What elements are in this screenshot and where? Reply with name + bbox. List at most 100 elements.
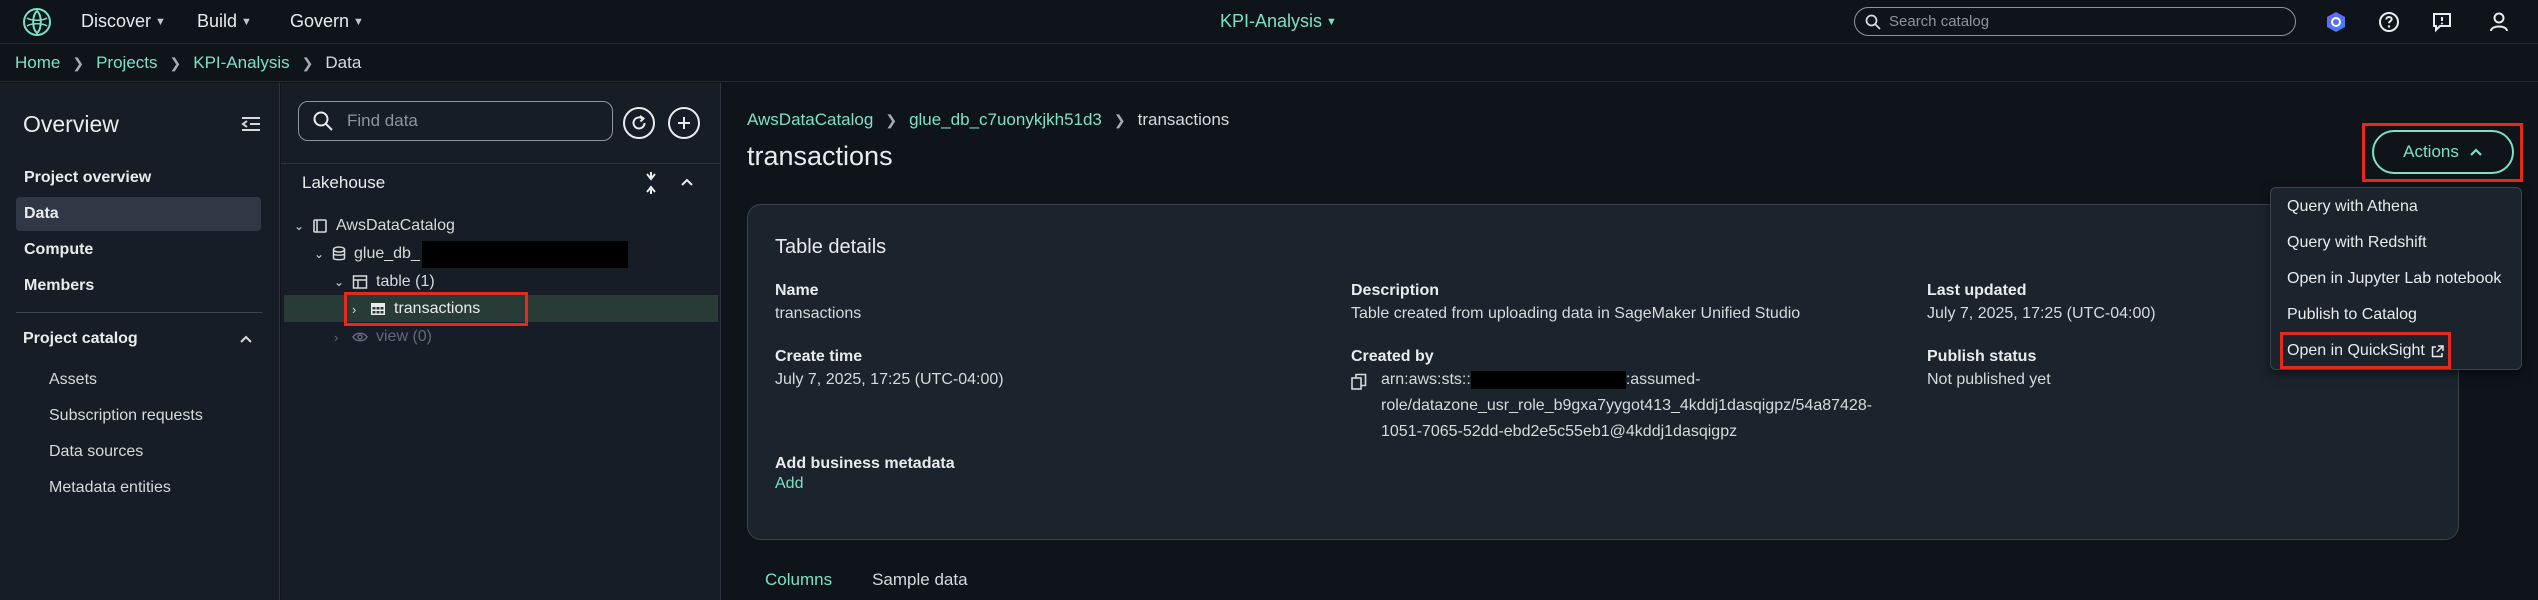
created-by-prefix: arn:aws:sts::: [1381, 371, 1471, 388]
tab-sample-data[interactable]: Sample data: [872, 570, 967, 590]
plus-icon: [678, 117, 690, 129]
sidebar-divider: [16, 312, 262, 313]
detail-tabs: Columns Sample data: [765, 570, 968, 590]
help-icon[interactable]: [2376, 9, 2402, 35]
search-catalog-box[interactable]: [1854, 7, 2296, 36]
sidebar-item-data-sources[interactable]: Data sources: [49, 443, 143, 461]
sidenav-title: Overview: [23, 111, 119, 137]
create-time-label: Create time: [775, 348, 863, 365]
menu-item-publish-catalog[interactable]: Publish to Catalog: [2287, 306, 2417, 324]
project-name: KPI-Analysis: [1220, 11, 1323, 31]
external-link-icon: [2431, 344, 2444, 357]
find-data-box[interactable]: [298, 101, 613, 141]
caret-down-icon: ⌄: [314, 247, 325, 261]
table-icon: [371, 303, 385, 315]
breadcrumb: Home ❯ Projects ❯ KPI-Analysis ❯ Data: [0, 45, 2538, 82]
asset-breadcrumb-catalog[interactable]: AwsDataCatalog: [747, 110, 873, 130]
collapse-all-icon[interactable]: [644, 172, 658, 194]
caret-right-icon: ›: [334, 329, 339, 345]
menu-item-query-athena[interactable]: Query with Athena: [2287, 198, 2418, 216]
amazon-q-icon[interactable]: [2323, 9, 2349, 35]
search-catalog-input[interactable]: [1889, 13, 2269, 30]
page-title: transactions: [747, 141, 893, 171]
chevron-up-icon[interactable]: [680, 177, 694, 187]
last-updated-value: July 7, 2025, 17:25 (UTC-04:00): [1927, 305, 2156, 322]
table-details-title: Table details: [775, 236, 887, 258]
breadcrumb-project[interactable]: KPI-Analysis: [193, 53, 289, 73]
tab-columns[interactable]: Columns: [765, 570, 832, 590]
chevron-down-icon: ▼: [241, 15, 252, 28]
chevron-up-icon: [240, 335, 252, 343]
feedback-icon[interactable]: [2429, 9, 2455, 35]
refresh-icon: [632, 115, 646, 130]
redacted-account-id: [1470, 370, 1626, 389]
govern-menu-label: Govern: [290, 11, 350, 31]
menu-item-open-jupyter[interactable]: Open in Jupyter Lab notebook: [2287, 270, 2501, 288]
catalog-icon: [313, 219, 327, 233]
sidebar-item-data[interactable]: Data: [16, 197, 261, 231]
sagemaker-logo-icon[interactable]: [22, 7, 52, 37]
project-catalog-label: Project catalog: [23, 330, 138, 347]
lakehouse-section-label: Lakehouse: [302, 173, 386, 192]
project-switcher[interactable]: KPI-Analysis ▼: [1220, 11, 1337, 32]
breadcrumb-projects[interactable]: Projects: [96, 53, 157, 73]
main-content: AwsDataCatalog ❯ glue_db_c7uonykjkh51d3 …: [722, 83, 2538, 600]
chevron-down-icon: ▼: [1326, 15, 1337, 28]
search-icon: [1865, 14, 1881, 30]
description-label: Description: [1351, 282, 1440, 299]
find-data-input[interactable]: [347, 111, 607, 131]
menu-item-query-redshift[interactable]: Query with Redshift: [2287, 234, 2427, 252]
tree-node-catalog-label: AwsDataCatalog: [336, 217, 455, 234]
tree-node-table-group[interactable]: ⌄ table (1): [334, 268, 435, 296]
discover-menu[interactable]: Discover ▼: [81, 11, 166, 32]
sidebar-item-compute[interactable]: Compute: [16, 233, 261, 267]
project-catalog-section[interactable]: Project catalog: [23, 330, 253, 348]
build-menu[interactable]: Build ▼: [197, 11, 252, 32]
tree-node-transactions-label: transactions: [394, 300, 481, 317]
tree-node-database[interactable]: ⌄ glue_db_: [314, 240, 628, 268]
sidebar-item-subscription-requests[interactable]: Subscription requests: [49, 407, 203, 425]
redacted-database-name: [421, 240, 628, 268]
menu-item-open-quicksight-label: Open in QuickSight: [2287, 342, 2425, 359]
created-by-line-1: arn:aws:sts:::assumed-: [1381, 367, 1872, 393]
collapse-panel-icon[interactable]: [240, 114, 262, 134]
govern-menu[interactable]: Govern ▼: [290, 11, 364, 32]
actions-dropdown-menu: Query with Athena Query with Redshift Op…: [2270, 187, 2522, 370]
chevron-right-icon: ❯: [1113, 111, 1126, 128]
created-by-line-2: role/datazone_usr_role_b9gxa7yygot413_4k…: [1381, 397, 1873, 414]
sidebar-item-assets[interactable]: Assets: [49, 371, 97, 389]
chevron-down-icon: ▼: [353, 15, 364, 28]
actions-button[interactable]: Actions: [2372, 130, 2514, 174]
created-by-line-3: 1051-7065-52dd-ebd2e5c55eb1@4kddj1dasqig…: [1381, 423, 1738, 440]
user-profile-icon[interactable]: [2486, 9, 2512, 35]
breadcrumb-home[interactable]: Home: [15, 53, 60, 73]
asset-breadcrumb-current: transactions: [1137, 110, 1230, 129]
tree-node-transactions[interactable]: › transactions: [352, 295, 480, 323]
tree-node-view-group-label: view (0): [376, 328, 433, 345]
caret-down-icon: ⌄: [334, 275, 345, 289]
sidebar-item-metadata-entities[interactable]: Metadata entities: [49, 479, 171, 497]
tree-node-view-group[interactable]: › view (0): [334, 323, 432, 351]
menu-item-open-quicksight[interactable]: Open in QuickSight: [2287, 342, 2444, 360]
sidebar-item-project-overview[interactable]: Project overview: [16, 161, 261, 195]
created-by-value: arn:aws:sts:::assumed- role/datazone_usr…: [1381, 367, 1872, 445]
chevron-right-icon: ❯: [169, 54, 182, 71]
actions-button-label: Actions: [2403, 142, 2459, 161]
last-updated-label: Last updated: [1927, 282, 2027, 299]
database-icon: [332, 246, 346, 261]
publish-status-value: Not published yet: [1927, 371, 2051, 388]
name-value: transactions: [775, 305, 862, 322]
caret-down-icon: ⌄: [294, 219, 305, 233]
add-data-button[interactable]: [668, 107, 700, 139]
breadcrumb-current: Data: [325, 53, 362, 72]
search-icon: [313, 111, 333, 131]
tree-node-table-group-label: table (1): [376, 273, 435, 290]
refresh-button[interactable]: [623, 107, 655, 139]
sidebar-item-members[interactable]: Members: [16, 269, 261, 303]
side-navigation: Overview Project overview Data Compute M…: [0, 83, 280, 600]
asset-breadcrumb-database[interactable]: glue_db_c7uonykjkh51d3: [909, 110, 1102, 130]
add-metadata-link[interactable]: Add: [775, 475, 803, 493]
copy-icon[interactable]: [1351, 373, 1367, 391]
chevron-right-icon: ❯: [885, 111, 898, 128]
tree-node-catalog[interactable]: ⌄ AwsDataCatalog: [294, 212, 455, 240]
